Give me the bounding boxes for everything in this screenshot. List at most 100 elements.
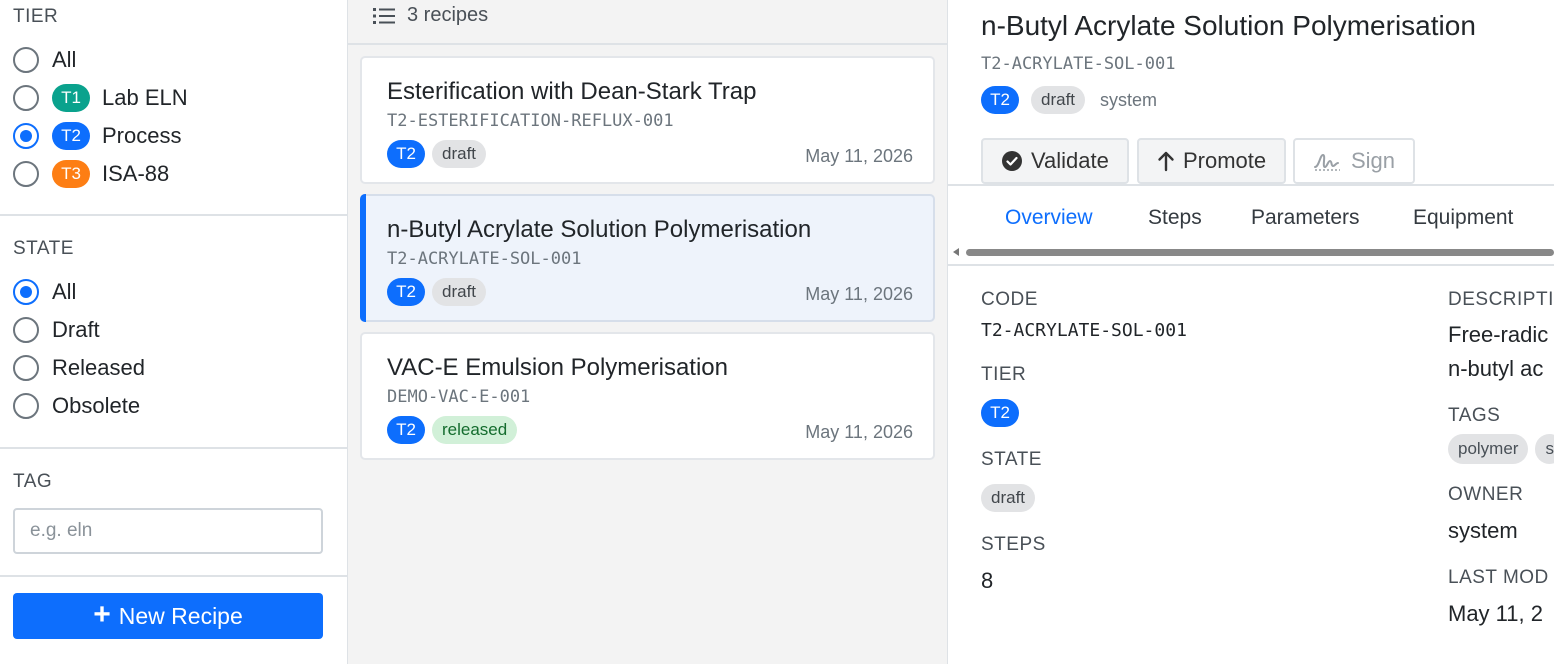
recipe-code: DEMO-VAC-E-001 bbox=[387, 387, 531, 407]
recipe-title: Esterification with Dean-Stark Trap bbox=[387, 78, 757, 105]
recipe-card[interactable]: Esterification with Dean-Stark Trap T2-E… bbox=[360, 56, 935, 184]
tier-label: TIER bbox=[981, 364, 1027, 385]
state-option-released[interactable]: Released bbox=[13, 353, 145, 383]
new-recipe-button[interactable]: + New Recipe bbox=[13, 593, 323, 639]
tabs-scrollbar[interactable] bbox=[948, 247, 1554, 257]
state-option-all[interactable]: All bbox=[13, 277, 76, 307]
tier-radio-t1[interactable] bbox=[13, 85, 39, 111]
scrollbar-thumb[interactable] bbox=[966, 249, 1554, 256]
state-radio-obsolete[interactable] bbox=[13, 393, 39, 419]
recipe-code: T2-ESTERIFICATION-REFLUX-001 bbox=[387, 111, 674, 131]
divider bbox=[0, 575, 347, 577]
state-option-draft[interactable]: Draft bbox=[13, 315, 100, 345]
tier-option-all[interactable]: All bbox=[13, 45, 76, 75]
state-radio-draft[interactable] bbox=[13, 317, 39, 343]
state-option-label: Draft bbox=[52, 317, 100, 342]
recipe-title: VAC-E Emulsion Polymerisation bbox=[387, 354, 729, 381]
state-badge: draft bbox=[432, 278, 487, 306]
detail-meta: T2 draft system bbox=[981, 86, 1157, 114]
code-value: T2-ACRYLATE-SOL-001 bbox=[981, 320, 1187, 341]
tier-badge-t3: T3 bbox=[52, 160, 90, 188]
recipe-date: May 11, 2026 bbox=[805, 284, 913, 304]
tier-filter-label: TIER bbox=[13, 6, 59, 27]
detail-title: n-Butyl Acrylate Solution Polymerisation bbox=[981, 10, 1476, 41]
tier-badge-t1: T1 bbox=[52, 84, 90, 112]
state-radio-all[interactable] bbox=[13, 279, 39, 305]
state-badge: draft bbox=[432, 140, 487, 168]
tab-parameters[interactable]: Parameters bbox=[1251, 206, 1360, 230]
tab-overview[interactable]: Overview bbox=[1005, 206, 1093, 230]
tier-badge-t2: T2 bbox=[52, 122, 90, 150]
state-badge: draft bbox=[1031, 86, 1086, 114]
tier-radio-t2[interactable] bbox=[13, 123, 39, 149]
detail-code: T2-ACRYLATE-SOL-001 bbox=[981, 54, 1176, 74]
promote-label: Promote bbox=[1183, 148, 1267, 173]
divider bbox=[0, 447, 347, 449]
state-badge: released bbox=[432, 416, 518, 444]
tier-option-t3[interactable]: T3 ISA-88 bbox=[13, 159, 169, 189]
tier-badge: T2 bbox=[981, 86, 1019, 114]
new-recipe-label: New Recipe bbox=[118, 602, 243, 629]
state-option-label: All bbox=[52, 279, 77, 304]
owner-value: system bbox=[1448, 518, 1518, 543]
last-modified-value: May 11, 2 bbox=[1448, 601, 1543, 626]
tab-equipment[interactable]: Equipment bbox=[1413, 206, 1513, 230]
scroll-left-icon[interactable] bbox=[953, 248, 959, 256]
tier-badge: T2 bbox=[387, 140, 425, 168]
state-radio-released[interactable] bbox=[13, 355, 39, 381]
recipe-detail-pane: n-Butyl Acrylate Solution Polymerisation… bbox=[948, 0, 1554, 664]
state-label: STATE bbox=[981, 449, 1042, 470]
tags-list: polymer s bbox=[1448, 434, 1554, 464]
recipe-badges: T2 released bbox=[387, 416, 518, 444]
description-label: DESCRIPTIO bbox=[1448, 289, 1554, 310]
recipe-title: n-Butyl Acrylate Solution Polymerisation bbox=[387, 216, 812, 243]
tier-badge: T2 bbox=[387, 416, 425, 444]
steps-label: STEPS bbox=[981, 534, 1046, 555]
check-circle-icon bbox=[1002, 151, 1022, 171]
recipe-date: May 11, 2026 bbox=[805, 422, 913, 442]
list-icon bbox=[373, 7, 395, 24]
description-line: Free-radic bbox=[1448, 322, 1549, 347]
tag-chip[interactable]: polymer bbox=[1448, 434, 1529, 464]
tags-label: TAGS bbox=[1448, 405, 1501, 426]
tier-option-t1[interactable]: T1 Lab ELN bbox=[13, 83, 188, 113]
tag-filter-input[interactable] bbox=[13, 508, 323, 554]
state-value: draft bbox=[981, 484, 1036, 512]
validate-label: Validate bbox=[1031, 148, 1109, 173]
state-filter-label: STATE bbox=[13, 238, 74, 259]
tab-steps[interactable]: Steps bbox=[1148, 206, 1202, 230]
divider bbox=[0, 214, 347, 216]
tier-radio-all[interactable] bbox=[13, 47, 39, 73]
detail-tabs: Overview Steps Parameters Equipment bbox=[948, 184, 1554, 266]
list-header: 3 recipes bbox=[348, 0, 948, 45]
recipe-count: 3 recipes bbox=[407, 4, 489, 26]
state-option-obsolete[interactable]: Obsolete bbox=[13, 391, 140, 421]
plus-icon: + bbox=[93, 597, 111, 631]
steps-value: 8 bbox=[981, 568, 994, 593]
state-option-label: Obsolete bbox=[52, 393, 141, 418]
tier-value: T2 bbox=[981, 399, 1019, 427]
promote-button[interactable]: Promote bbox=[1137, 138, 1287, 184]
filter-sidebar: TIER All T1 Lab ELN T2 Process T3 ISA-88… bbox=[0, 0, 348, 664]
tier-option-t2[interactable]: T2 Process bbox=[13, 121, 181, 151]
tier-option-label: Lab ELN bbox=[102, 85, 188, 110]
code-label: CODE bbox=[981, 289, 1038, 310]
tier-badge: T2 bbox=[387, 278, 425, 306]
recipe-date: May 11, 2026 bbox=[805, 146, 913, 166]
recipe-card[interactable]: VAC-E Emulsion Polymerisation DEMO-VAC-E… bbox=[360, 332, 935, 460]
tag-chip[interactable]: s bbox=[1535, 434, 1554, 464]
tier-option-label: ISA-88 bbox=[102, 161, 170, 186]
description-line: n-butyl ac bbox=[1448, 356, 1544, 381]
tier-badge: T2 bbox=[981, 399, 1019, 427]
tier-radio-t3[interactable] bbox=[13, 161, 39, 187]
recipe-badges: T2 draft bbox=[387, 278, 487, 306]
sign-label: Sign bbox=[1351, 148, 1396, 173]
tier-option-label: Process bbox=[102, 123, 182, 148]
owner-label: OWNER bbox=[1448, 484, 1524, 505]
recipe-card-selected[interactable]: n-Butyl Acrylate Solution Polymerisation… bbox=[360, 194, 935, 322]
sign-button[interactable]: Sign bbox=[1293, 138, 1416, 184]
last-modified-label: LAST MOD bbox=[1448, 567, 1549, 588]
validate-button[interactable]: Validate bbox=[981, 138, 1129, 184]
tier-option-label: All bbox=[52, 47, 77, 72]
recipe-code: T2-ACRYLATE-SOL-001 bbox=[387, 249, 582, 269]
